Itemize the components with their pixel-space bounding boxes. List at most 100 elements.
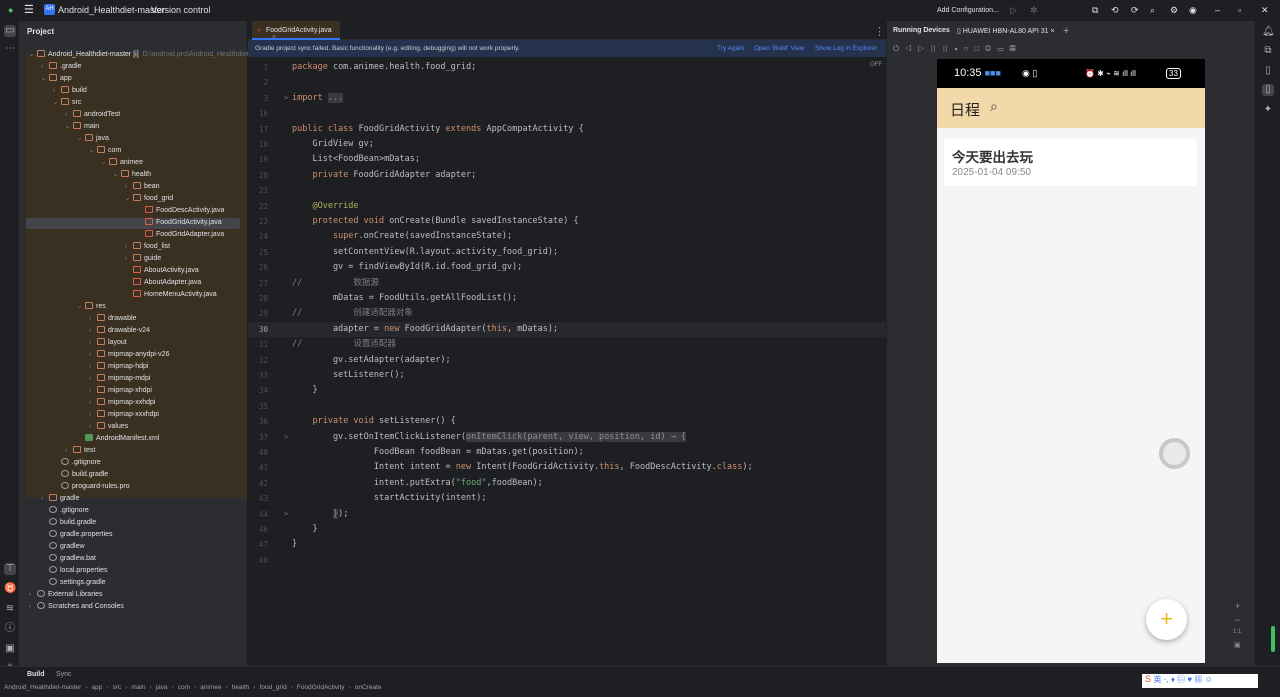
tab-foodgridactivity[interactable]: ▿ FoodGridActivity.java × bbox=[252, 21, 340, 41]
tree-item[interactable]: gradlew bbox=[41, 541, 85, 553]
chevron-right-icon[interactable]: › bbox=[125, 253, 133, 265]
chevron-down-icon[interactable]: ⌄ bbox=[65, 121, 73, 133]
chevron-down-icon[interactable]: ⌄ bbox=[125, 193, 133, 205]
tree-item[interactable]: › test bbox=[65, 445, 95, 457]
tree-item[interactable]: › androidTest bbox=[65, 109, 120, 121]
device-manager-icon[interactable]: ▯ bbox=[1262, 65, 1274, 77]
chevron-right-icon[interactable]: › bbox=[65, 109, 73, 121]
code-line[interactable]: 30 adapter = new FoodGridAdapter(this, m… bbox=[248, 321, 886, 337]
tree-item[interactable]: › guide bbox=[125, 253, 161, 265]
tree-item[interactable]: › drawable-v24 bbox=[89, 325, 150, 337]
code-line[interactable]: 48 bbox=[248, 553, 886, 568]
tree-item[interactable]: › Scratches and Consoles bbox=[29, 601, 124, 613]
project-panel-title[interactable]: Project bbox=[27, 27, 54, 36]
code-line[interactable]: 25 setContentView(R.layout.activity_food… bbox=[248, 245, 886, 260]
tab-build[interactable]: Build bbox=[27, 671, 45, 678]
code-line[interactable]: 32 gv.setAdapter(adapter); bbox=[248, 353, 886, 368]
tree-item[interactable]: AboutAdapter.java bbox=[125, 277, 201, 289]
tree-item[interactable]: gradlew.bat bbox=[41, 553, 96, 565]
tree-item[interactable]: ⌄ main bbox=[65, 121, 99, 133]
breadcrumb-item[interactable]: health bbox=[232, 684, 250, 691]
account-icon[interactable]: ◉ bbox=[1189, 5, 1197, 16]
main-menu-icon[interactable]: ☰ bbox=[24, 3, 34, 16]
fit-screen-button[interactable]: ▣ bbox=[1234, 641, 1241, 649]
code-area[interactable]: OFF 1 package com.animee.health.food_grid… bbox=[248, 57, 886, 666]
tree-item[interactable]: › gradle bbox=[41, 493, 79, 505]
tree-item[interactable]: ⌄ health bbox=[113, 169, 151, 181]
chevron-right-icon[interactable]: › bbox=[89, 373, 97, 385]
add-schedule-button[interactable]: + bbox=[1146, 599, 1187, 640]
code-line[interactable]: 37 > gv.setOnItemClickListener(onItemClic… bbox=[248, 430, 886, 445]
sdk-icon[interactable]: ⟲ bbox=[1111, 5, 1119, 16]
code-line[interactable]: 34 } bbox=[248, 383, 886, 398]
zoom-out-button[interactable]: − bbox=[1235, 615, 1240, 625]
chevron-down-icon[interactable]: ⌄ bbox=[113, 169, 121, 181]
more-icon[interactable]: ⋯ bbox=[4, 43, 16, 55]
tree-item[interactable]: ⌄ food_grid bbox=[125, 193, 173, 205]
chevron-right-icon[interactable]: › bbox=[53, 85, 61, 97]
tab-sync[interactable]: Sync bbox=[56, 671, 72, 678]
tree-item[interactable]: FoodGridAdapter.java bbox=[137, 229, 224, 241]
add-device-icon[interactable]: + bbox=[1063, 25, 1069, 37]
chevron-right-icon[interactable]: › bbox=[89, 409, 97, 421]
tree-item[interactable]: › mipmap-xxxhdpi bbox=[89, 409, 159, 421]
device-tab[interactable]: ▯ HUAWEI HBN-AL80 API 31 × bbox=[957, 27, 1055, 35]
minimize-button[interactable]: – bbox=[1215, 5, 1220, 15]
zoom-actual-size-button[interactable]: 1:1 bbox=[1233, 629, 1241, 635]
code-line[interactable]: 46 } bbox=[248, 522, 886, 537]
show-log-link[interactable]: Show Log in Explorer bbox=[815, 40, 877, 57]
tree-item[interactable]: › food_list bbox=[125, 241, 170, 253]
problems-icon[interactable]: ⓘ bbox=[4, 623, 16, 635]
chevron-right-icon[interactable]: › bbox=[89, 421, 97, 433]
code-line[interactable]: 43 startActivity(intent); bbox=[248, 491, 886, 506]
fold-icon[interactable]: > bbox=[284, 91, 288, 106]
code-line[interactable]: 27 // 数据源 bbox=[248, 276, 886, 291]
chevron-down-icon[interactable]: ⌄ bbox=[101, 157, 109, 169]
breadcrumb-item[interactable]: Android_Healthdiet-master bbox=[4, 684, 81, 691]
code-line[interactable]: 1 package com.animee.health.food_grid; bbox=[248, 60, 886, 75]
chevron-right-icon[interactable]: › bbox=[41, 61, 49, 73]
chevron-down-icon[interactable]: ⌄ bbox=[77, 301, 85, 313]
tree-item[interactable]: local.properties bbox=[41, 565, 107, 577]
try-again-link[interactable]: Try Again bbox=[717, 40, 744, 57]
chevron-down-icon[interactable]: ⌄ bbox=[89, 145, 97, 157]
build-hammer-icon[interactable]: ⊤ bbox=[4, 563, 16, 575]
fold-icon[interactable]: > bbox=[284, 430, 288, 445]
tree-item[interactable]: ⌄ res bbox=[77, 301, 106, 313]
breadcrumb-item[interactable]: onCreate bbox=[355, 684, 382, 691]
chevron-right-icon[interactable]: › bbox=[89, 337, 97, 349]
tree-item[interactable]: .gitignore bbox=[41, 505, 89, 517]
tab-options-icon[interactable]: ⋮ bbox=[874, 25, 885, 38]
chevron-right-icon[interactable]: › bbox=[89, 349, 97, 361]
breadcrumb-item[interactable]: main bbox=[131, 684, 145, 691]
chevron-right-icon[interactable]: › bbox=[29, 601, 37, 613]
chevron-right-icon[interactable]: › bbox=[89, 361, 97, 373]
breadcrumb-item[interactable]: java bbox=[156, 684, 168, 691]
chevron-right-icon[interactable]: › bbox=[29, 589, 37, 601]
tree-item[interactable]: › values bbox=[89, 421, 128, 433]
tree-item[interactable]: › mipmap-anydpi-v26 bbox=[89, 349, 169, 361]
tree-item[interactable]: ⌄ animee bbox=[101, 157, 143, 169]
breadcrumb-item[interactable]: food_grid bbox=[260, 684, 287, 691]
device-manager-icon[interactable]: ⧉ bbox=[1092, 5, 1098, 16]
tree-item[interactable]: › bean bbox=[125, 181, 160, 193]
gear-icon[interactable]: ⚙ bbox=[1170, 5, 1178, 16]
chevron-right-icon[interactable]: › bbox=[125, 241, 133, 253]
chevron-right-icon[interactable]: › bbox=[41, 493, 49, 505]
code-line[interactable]: 41 Intent intent = new Intent(FoodGridAc… bbox=[248, 460, 886, 475]
tree-item[interactable]: › mipmap-mdpi bbox=[89, 373, 150, 385]
tree-item[interactable]: ⌄ Android_Healthdiet-master [i] D:\android… bbox=[29, 49, 261, 61]
maximize-button[interactable]: ▫ bbox=[1238, 5, 1241, 15]
debug-icon[interactable]: ✲ bbox=[1030, 5, 1038, 16]
close-button[interactable]: ✕ bbox=[1261, 5, 1269, 16]
ime-toolbar[interactable]: S 英 ·, ♦ ▤ ♥ ▦ ☺ bbox=[1142, 674, 1258, 688]
terminal-icon[interactable]: ▣ bbox=[4, 643, 16, 655]
search-icon[interactable]: ⌕ bbox=[990, 98, 998, 115]
run-icon[interactable]: ▷ bbox=[1010, 5, 1017, 16]
tree-item[interactable]: build.gradle bbox=[41, 517, 96, 529]
device-screen[interactable]: 10:35 ■■■ ◉ ▯ ⏰ ✱ ⌁ ≋ ıll ıll 33 日程 ⌕ 今天… bbox=[937, 59, 1205, 663]
tree-item[interactable]: proguard-rules.pro bbox=[53, 481, 130, 493]
code-line[interactable]: 42 intent.putExtra("food",foodBean); bbox=[248, 476, 886, 491]
tree-item[interactable]: AndroidManifest.xml bbox=[77, 433, 159, 445]
code-line[interactable]: 35 bbox=[248, 399, 886, 414]
